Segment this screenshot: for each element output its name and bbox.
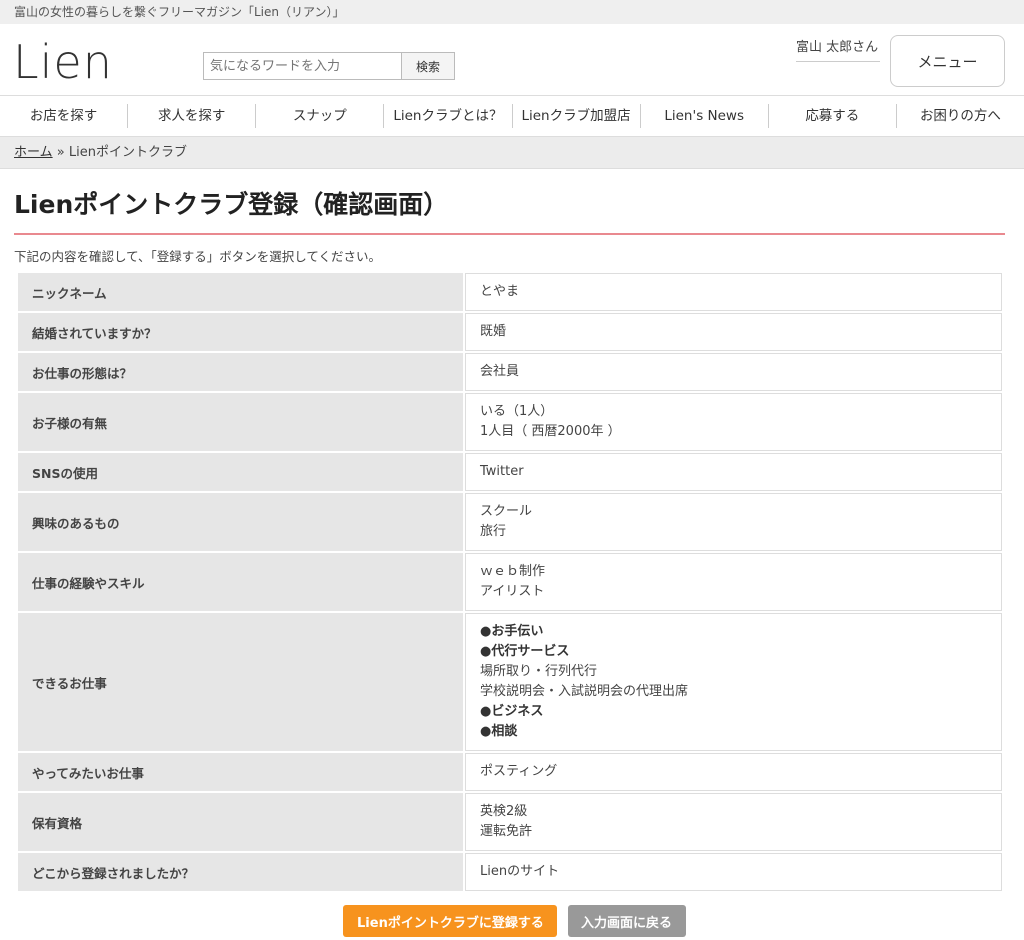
confirm-table: ニックネーム とやま 結婚されていますか？ 既婚 お仕事の形態は？ 会社員 お子… <box>16 271 1004 893</box>
row-label: 結婚されていますか？ <box>18 313 463 351</box>
value-line: Lienのサイト <box>480 864 560 879</box>
row-value: Lienのサイト <box>465 853 1002 891</box>
value-line: 英検2級 <box>480 804 528 819</box>
intro-text: 下記の内容を確認して、「登録する」ボタンを選択してください。 <box>14 249 382 264</box>
search-form: 検索 <box>203 52 455 80</box>
value-line: ●相談 <box>480 724 518 739</box>
table-row: ニックネーム とやま <box>18 273 1002 311</box>
value-line: いる（1人） <box>480 404 554 419</box>
table-row: どこから登録されましたか？ Lienのサイト <box>18 853 1002 891</box>
register-button[interactable]: Lienポイントクラブに登録する <box>343 905 558 937</box>
row-label: 保有資格 <box>18 793 463 851</box>
row-value: とやま <box>465 273 1002 311</box>
nav-item-jobs[interactable]: 求人を探す <box>128 104 257 128</box>
row-label: お子様の有無 <box>18 393 463 451</box>
row-value: 英検2級 運転免許 <box>465 793 1002 851</box>
row-label: ニックネーム <box>18 273 463 311</box>
value-line: スクール <box>480 504 533 519</box>
back-to-input-button[interactable]: 入力画面に戻る <box>567 905 686 937</box>
value-line: 場所取り・行列代行 <box>480 664 598 679</box>
search-input[interactable] <box>203 52 401 80</box>
row-value: ●お手伝い ●代行サービス 場所取り・行列代行 学校説明会・入試説明会の代理出席… <box>465 613 1002 751</box>
table-row: 保有資格 英検2級 運転免許 <box>18 793 1002 851</box>
value-line: Twitter <box>480 464 524 479</box>
breadcrumb-current: Lienポイントクラブ <box>68 145 187 160</box>
value-line: ●お手伝い <box>480 624 544 639</box>
site-logo[interactable]: Lien <box>13 36 113 88</box>
value-line: ｗｅｂ制作 <box>480 564 546 579</box>
nav-item-club-about[interactable]: Lienクラブとは？ <box>384 104 513 128</box>
row-label: できるお仕事 <box>18 613 463 751</box>
row-label: どこから登録されましたか？ <box>18 853 463 891</box>
row-label: SNSの使用 <box>18 453 463 491</box>
value-line: 学校説明会・入試説明会の代理出席 <box>480 684 689 699</box>
form-actions: Lienポイントクラブに登録する 入力画面に戻る <box>14 905 1005 937</box>
nav-item-apply[interactable]: 応募する <box>769 104 897 128</box>
breadcrumb-separator: » <box>56 145 65 160</box>
main-content: Lienポイントクラブ登録（確認画面） 下記の内容を確認して、「登録する」ボタン… <box>0 169 1024 937</box>
value-line: 旅行 <box>480 524 507 539</box>
table-row: できるお仕事 ●お手伝い ●代行サービス 場所取り・行列代行 学校説明会・入試説… <box>18 613 1002 751</box>
table-row: お仕事の形態は？ 会社員 <box>18 353 1002 391</box>
value-line: 1人目（ 西暦2000年 ） <box>480 424 621 439</box>
nav-item-help[interactable]: お困りの方へ <box>897 104 1024 128</box>
table-row: 結婚されていますか？ 既婚 <box>18 313 1002 351</box>
row-value: 既婚 <box>465 313 1002 351</box>
row-label: 仕事の経験やスキル <box>18 553 463 611</box>
row-value: スクール 旅行 <box>465 493 1002 551</box>
value-line: とやま <box>480 284 520 299</box>
site-tagline: 富山の女性の暮らしを繋ぐフリーマガジン「Lien（リアン）」 <box>0 0 1024 24</box>
row-value: いる（1人） 1人目（ 西暦2000年 ） <box>465 393 1002 451</box>
row-value: ポスティング <box>465 753 1002 791</box>
menu-button[interactable]: メニュー <box>890 35 1005 87</box>
user-name[interactable]: 富山 太郎さん <box>796 36 880 62</box>
page-title: Lienポイントクラブ登録（確認画面） <box>14 169 1005 235</box>
breadcrumb: ホーム » Lienポイントクラブ <box>0 137 1024 169</box>
row-value: 会社員 <box>465 353 1002 391</box>
row-label: 興味のあるもの <box>18 493 463 551</box>
value-line: ポスティング <box>480 764 558 779</box>
value-line: ●ビジネス <box>480 704 544 719</box>
table-row: やってみたいお仕事 ポスティング <box>18 753 1002 791</box>
breadcrumb-home[interactable]: ホーム <box>14 145 53 160</box>
header: Lien 検索 富山 太郎さん メニュー <box>0 24 1024 95</box>
row-value: Twitter <box>465 453 1002 491</box>
row-value: ｗｅｂ制作 アイリスト <box>465 553 1002 611</box>
value-line: 既婚 <box>480 324 507 339</box>
table-row: SNSの使用 Twitter <box>18 453 1002 491</box>
value-line: 運転免許 <box>480 824 533 839</box>
value-line: 会社員 <box>480 364 520 379</box>
nav-item-club-shops[interactable]: Lienクラブ加盟店 <box>513 104 641 128</box>
row-label: やってみたいお仕事 <box>18 753 463 791</box>
search-button[interactable]: 検索 <box>401 52 455 80</box>
nav-item-shop[interactable]: お店を探す <box>0 104 129 128</box>
table-row: 仕事の経験やスキル ｗｅｂ制作 アイリスト <box>18 553 1002 611</box>
value-line: ●代行サービス <box>480 644 570 659</box>
table-row: お子様の有無 いる（1人） 1人目（ 西暦2000年 ） <box>18 393 1002 451</box>
value-line: アイリスト <box>480 584 545 599</box>
nav-item-news[interactable]: Lien's News <box>641 104 769 128</box>
row-label: お仕事の形態は？ <box>18 353 463 391</box>
table-row: 興味のあるもの スクール 旅行 <box>18 493 1002 551</box>
main-nav: お店を探す 求人を探す スナップ Lienクラブとは？ Lienクラブ加盟店 L… <box>0 95 1024 137</box>
nav-item-snap[interactable]: スナップ <box>256 104 385 128</box>
